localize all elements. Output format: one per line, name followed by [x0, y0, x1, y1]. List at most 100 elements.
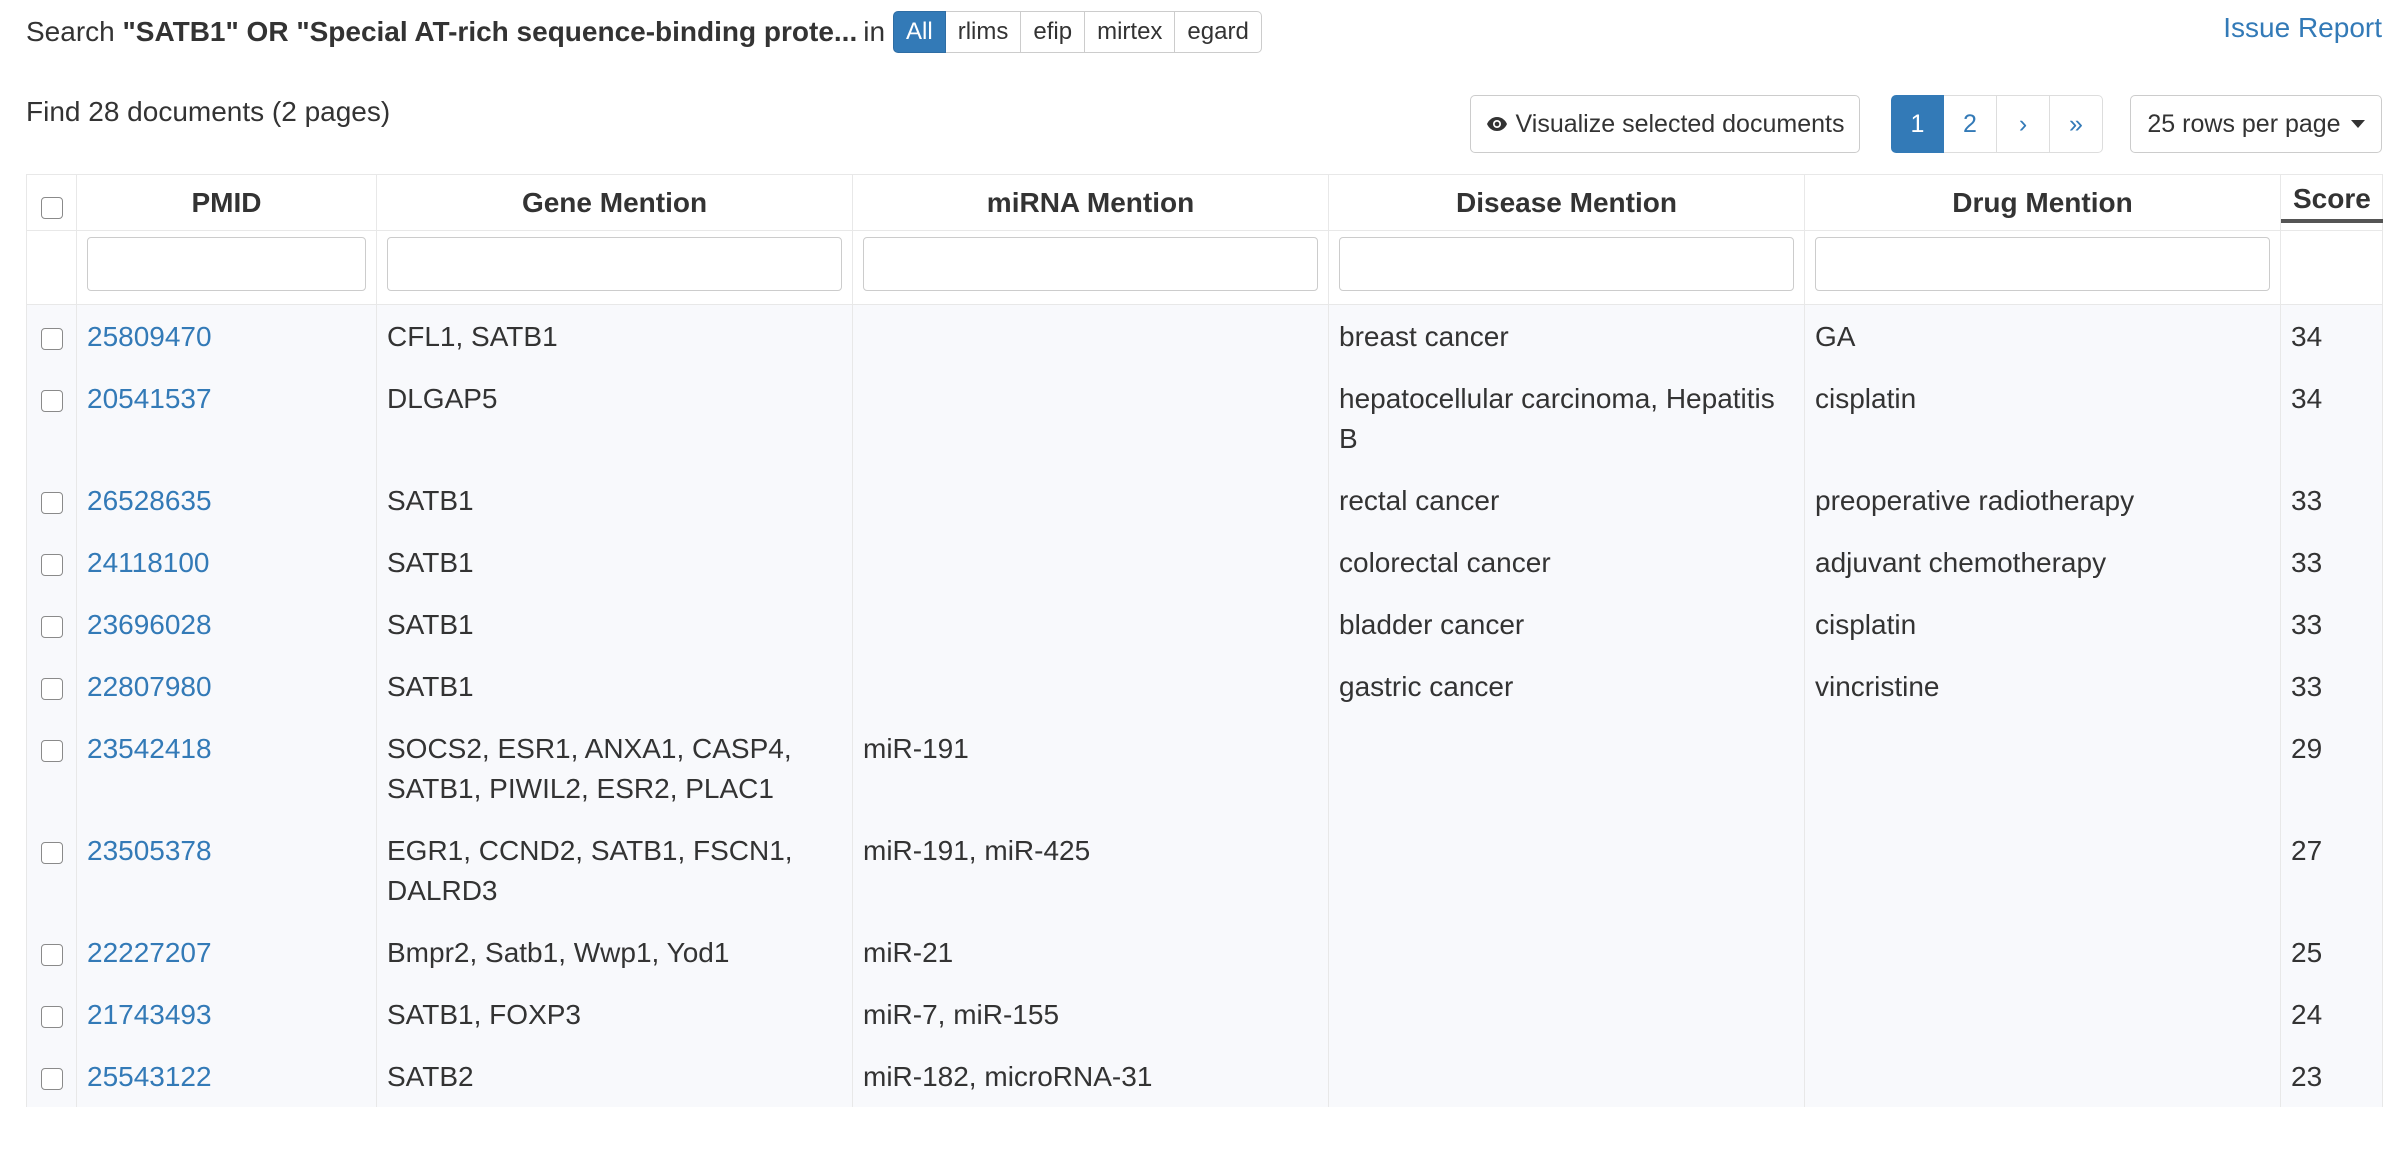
drug-mention-cell: cisplatin — [1804, 367, 2281, 469]
disease-mention-cell: breast cancer — [1328, 304, 1805, 367]
pmid-cell: 20541537 — [76, 367, 377, 469]
disease-mention-cell — [1328, 983, 1805, 1045]
column-header-mirna[interactable]: miRNA Mention — [852, 174, 1329, 231]
source-filter-mirtex[interactable]: mirtex — [1085, 11, 1176, 53]
source-filter-egard[interactable]: egard — [1175, 11, 1262, 53]
gene-mention-cell: SATB1, FOXP3 — [376, 983, 853, 1045]
rows-per-page-label: 25 rows per page — [2147, 109, 2341, 138]
page-1-button[interactable]: 1 — [1891, 95, 1944, 153]
row-select-cell — [26, 655, 77, 717]
row-select-checkbox[interactable] — [40, 740, 63, 762]
pmid-link[interactable]: 21743493 — [87, 999, 212, 1030]
pmid-link[interactable]: 24118100 — [87, 547, 210, 578]
search-in-label: in — [863, 16, 886, 47]
filter-cell-score — [2280, 230, 2383, 305]
last-page-button[interactable]: » — [2050, 95, 2103, 153]
visualize-selected-button[interactable]: Visualize selected documents — [1470, 95, 1860, 153]
pmid-cell: 21743493 — [76, 983, 377, 1045]
pmid-link[interactable]: 23505378 — [87, 835, 212, 866]
source-filter-efip[interactable]: efip — [1021, 11, 1086, 53]
pmid-cell: 23542418 — [76, 717, 377, 819]
pmid-link[interactable]: 25809470 — [87, 321, 212, 352]
search-summary: Search "SATB1" OR "Special AT-rich seque… — [26, 10, 1262, 54]
visualize-label: Visualize selected documents — [1515, 109, 1845, 138]
mirna-mention-cell: miR-7, miR-155 — [852, 983, 1329, 1045]
next-page-button[interactable]: › — [1997, 95, 2050, 153]
disease-filter-input[interactable] — [1339, 237, 1794, 291]
row-select-checkbox[interactable] — [40, 944, 63, 966]
mirna-mention-cell: miR-191 — [852, 717, 1329, 819]
table-row: 25543122 SATB2 miR-182, microRNA-31 23 — [26, 1045, 2383, 1107]
result-count: Find 28 documents (2 pages) — [26, 96, 391, 127]
pmid-link[interactable]: 22807980 — [87, 671, 212, 702]
pmid-link[interactable]: 20541537 — [87, 383, 212, 414]
gene-mention-cell: DLGAP5 — [376, 367, 853, 469]
disease-mention-cell: colorectal cancer — [1328, 531, 1805, 593]
disease-mention-cell: rectal cancer — [1328, 469, 1805, 531]
pmid-link[interactable]: 25543122 — [87, 1061, 212, 1092]
rows-per-page-dropdown[interactable]: 25 rows per page — [2130, 95, 2382, 153]
search-query: "SATB1" OR "Special AT-rich sequence-bin… — [122, 16, 858, 47]
source-filter-group: All rlims efip mirtex egard — [893, 11, 1262, 53]
drug-mention-cell — [1804, 717, 2281, 819]
pmid-link[interactable]: 22227207 — [87, 937, 212, 968]
pagination: 1 2 ›» — [1891, 95, 2103, 153]
drug-mention-cell — [1804, 1045, 2281, 1107]
mirna-mention-cell — [852, 367, 1329, 469]
drug-mention-cell: preoperative radiotherapy — [1804, 469, 2281, 531]
row-select-cell — [26, 531, 77, 593]
pmid-link[interactable]: 23542418 — [87, 733, 212, 764]
row-select-checkbox[interactable] — [40, 390, 63, 412]
score-cell: 25 — [2280, 921, 2383, 983]
filter-cell-drug — [1804, 230, 2281, 305]
select-all-checkbox[interactable] — [40, 197, 63, 219]
pmid-link[interactable]: 23696028 — [87, 609, 212, 640]
gene-mention-cell: SATB1 — [376, 469, 853, 531]
row-select-checkbox[interactable] — [40, 1068, 63, 1090]
mirna-mention-cell — [852, 531, 1329, 593]
page-2-button[interactable]: 2 — [1944, 95, 1997, 153]
mirna-mention-cell: miR-191, miR-425 — [852, 819, 1329, 921]
source-filter-all[interactable]: All — [893, 11, 946, 53]
drug-mention-cell: adjuvant chemotherapy — [1804, 531, 2281, 593]
disease-mention-cell: hepatocellular carcinoma, Hepatitis B — [1328, 367, 1805, 469]
mirna-mention-cell: miR-182, microRNA-31 — [852, 1045, 1329, 1107]
score-cell: 27 — [2280, 819, 2383, 921]
table-row: 23696028 SATB1 bladder cancer cisplatin 33 — [26, 593, 2383, 655]
row-select-checkbox[interactable] — [40, 492, 63, 514]
row-select-cell — [26, 367, 77, 469]
drug-mention-cell — [1804, 983, 2281, 1045]
pmid-cell: 22807980 — [76, 655, 377, 717]
column-header-drug[interactable]: Drug Mention — [1804, 174, 2281, 231]
table-row: 22807980 SATB1 gastric cancer vincristine 33 — [26, 655, 2383, 717]
score-sort-label: Score — [2281, 183, 2383, 223]
mirna-mention-cell — [852, 593, 1329, 655]
gene-filter-input[interactable] — [387, 237, 842, 291]
row-select-checkbox[interactable] — [40, 616, 63, 638]
table-row: 22227207 Bmpr2, Satb1, Wwp1, Yod1 miR-21 25 — [26, 921, 2383, 983]
row-select-checkbox[interactable] — [40, 678, 63, 700]
mirna-mention-cell — [852, 469, 1329, 531]
select-all-cell — [26, 174, 77, 231]
mirna-filter-input[interactable] — [863, 237, 1318, 291]
row-select-checkbox[interactable] — [40, 554, 63, 576]
score-cell: 33 — [2280, 531, 2383, 593]
table-row: 20541537 DLGAP5 hepatocellular carcinoma, … — [26, 367, 2383, 469]
issue-report-link[interactable]: Issue Report — [2223, 12, 2382, 44]
column-header-score[interactable]: Score — [2280, 174, 2383, 231]
drug-filter-input[interactable] — [1815, 237, 2270, 291]
row-select-checkbox[interactable] — [40, 842, 63, 864]
row-select-cell — [26, 304, 77, 367]
row-select-cell — [26, 819, 77, 921]
row-select-checkbox[interactable] — [40, 1006, 63, 1028]
source-filter-rlims[interactable]: rlims — [945, 11, 1022, 53]
column-header-gene[interactable]: Gene Mention — [376, 174, 853, 231]
gene-mention-cell: CFL1, SATB1 — [376, 304, 853, 367]
row-select-checkbox[interactable] — [40, 328, 63, 350]
pmid-link[interactable]: 26528635 — [87, 485, 212, 516]
score-cell: 33 — [2280, 469, 2383, 531]
column-header-pmid[interactable]: PMID — [76, 174, 377, 231]
row-select-cell — [26, 469, 77, 531]
pmid-filter-input[interactable] — [87, 237, 366, 291]
column-header-disease[interactable]: Disease Mention — [1328, 174, 1805, 231]
